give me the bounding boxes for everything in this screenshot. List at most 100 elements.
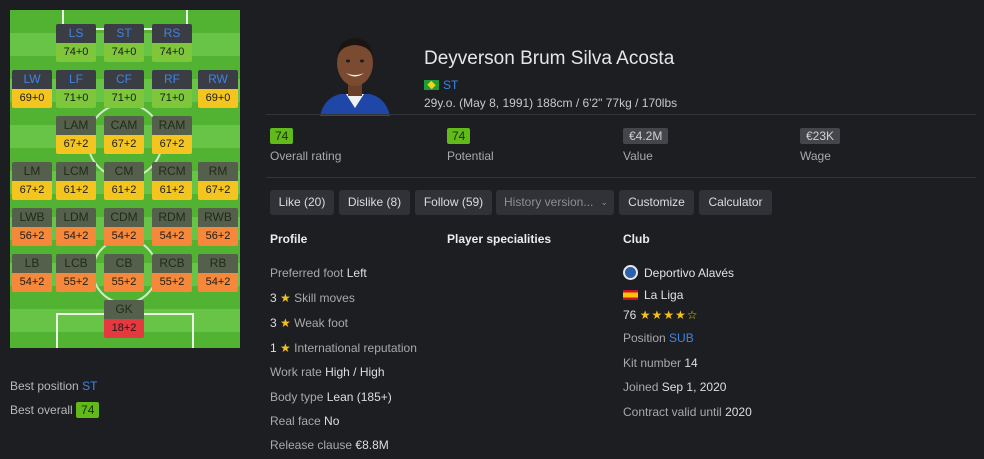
position-tile-lcm[interactable]: LCM 61+2 (56, 162, 96, 200)
position-name: CM (104, 162, 144, 181)
star-icon: ★ (280, 291, 291, 305)
position-tile-rdm[interactable]: RDM 54+2 (152, 208, 192, 246)
position-rating: 69+0 (12, 89, 52, 108)
position-tile-lm[interactable]: LM 67+2 (12, 162, 52, 200)
player-position-link[interactable]: ST (443, 78, 458, 92)
position-tile-lw[interactable]: LW 69+0 (12, 70, 52, 108)
position-name: RAM (152, 116, 192, 135)
position-name: CAM (104, 116, 144, 135)
best-overall: Best overall 74 (10, 402, 100, 418)
position-tile-lcb[interactable]: LCB 55+2 (56, 254, 96, 292)
league-name[interactable]: La Liga (644, 288, 683, 302)
position-tile-cm[interactable]: CM 61+2 (104, 162, 144, 200)
position-name: CB (104, 254, 144, 273)
stats-divider (266, 177, 976, 178)
position-name: LB (12, 254, 52, 273)
position-rating: 69+0 (198, 89, 238, 108)
position-tile-ldm[interactable]: LDM 54+2 (56, 208, 96, 246)
joined-row: Joined Sep 1, 2020 (623, 380, 726, 394)
brazil-flag-icon[interactable] (424, 80, 439, 90)
club-crest-icon (623, 265, 638, 280)
position-tile-rs[interactable]: RS 74+0 (152, 24, 192, 62)
work-rate-label: Work rate (270, 365, 322, 379)
position-tile-rw[interactable]: RW 69+0 (198, 70, 238, 108)
like-button[interactable]: Like (20) (270, 190, 334, 215)
follow-button[interactable]: Follow (59) (415, 190, 492, 215)
position-tile-rcm[interactable]: RCM 61+2 (152, 162, 192, 200)
position-tile-ls[interactable]: LS 74+0 (56, 24, 96, 62)
position-tile-cf[interactable]: CF 71+0 (104, 70, 144, 108)
calculator-button[interactable]: Calculator (699, 190, 772, 215)
position-rating: 61+2 (152, 181, 192, 200)
customize-button[interactable]: Customize (619, 190, 694, 215)
position-rating: 56+2 (12, 227, 52, 246)
club-name[interactable]: Deportivo Alavés (644, 266, 734, 280)
skill-moves-row: 3 ★ Skill moves (270, 291, 355, 305)
header-divider (266, 114, 976, 115)
position-tile-rwb[interactable]: RWB 56+2 (198, 208, 238, 246)
player-name: Deyverson Brum Silva Acosta (424, 48, 675, 69)
position-name: RCM (152, 162, 192, 181)
position-rating: 54+2 (56, 227, 96, 246)
position-tile-gk[interactable]: GK 18+2 (104, 300, 144, 338)
position-name: RWB (198, 208, 238, 227)
best-position: Best position ST (10, 379, 97, 393)
position-tile-rcb[interactable]: RCB 55+2 (152, 254, 192, 292)
position-tile-rf[interactable]: RF 71+0 (152, 70, 192, 108)
position-name: LDM (56, 208, 96, 227)
kit-number-value: 14 (684, 356, 698, 370)
position-tile-lf[interactable]: LF 71+0 (56, 70, 96, 108)
chevron-down-icon: ⌄ (600, 197, 608, 207)
position-tile-lwb[interactable]: LWB 56+2 (12, 208, 52, 246)
wage-badge: €23K (800, 128, 841, 144)
position-rating: 54+2 (104, 227, 144, 246)
weak-foot-value: 3 (270, 316, 277, 330)
position-name: GK (104, 300, 144, 319)
position-tile-rb[interactable]: RB 54+2 (198, 254, 238, 292)
position-rating: 54+2 (198, 273, 238, 292)
club-position-value[interactable]: SUB (669, 331, 694, 345)
position-rating: 55+2 (152, 273, 192, 292)
position-tile-lb[interactable]: LB 54+2 (12, 254, 52, 292)
position-rating: 74+0 (56, 43, 96, 62)
intl-rep-label: International reputation (294, 341, 417, 355)
club-rating-row: 76 ★★★★☆ (623, 308, 699, 322)
position-rating: 55+2 (56, 273, 96, 292)
position-tile-rm[interactable]: RM 67+2 (198, 162, 238, 200)
position-tile-st[interactable]: ST 74+0 (104, 24, 144, 62)
position-name: LWB (12, 208, 52, 227)
dislike-button[interactable]: Dislike (8) (339, 190, 410, 215)
best-position-value[interactable]: ST (82, 379, 97, 393)
position-name: RM (198, 162, 238, 181)
position-name: LAM (56, 116, 96, 135)
position-rating: 54+2 (152, 227, 192, 246)
spain-flag-icon (623, 290, 638, 300)
club-row[interactable]: Deportivo Alavés (623, 265, 734, 280)
position-rating: 54+2 (12, 273, 52, 292)
club-position-row: Position SUB (623, 331, 694, 345)
position-tile-cdm[interactable]: CDM 54+2 (104, 208, 144, 246)
position-rating: 61+2 (56, 181, 96, 200)
position-tile-cam[interactable]: CAM 67+2 (104, 116, 144, 154)
position-tile-lam[interactable]: LAM 67+2 (56, 116, 96, 154)
potential-badge: 74 (447, 128, 471, 144)
intl-rep-value: 1 (270, 341, 277, 355)
position-name: LF (56, 70, 96, 89)
position-rating: 67+2 (12, 181, 52, 200)
history-version-select[interactable]: History version... ⌄ (496, 190, 614, 215)
best-overall-label: Best overall (10, 403, 73, 417)
position-rating: 55+2 (104, 273, 144, 292)
league-row[interactable]: La Liga (623, 288, 683, 302)
weak-foot-row: 3 ★ Weak foot (270, 316, 348, 330)
position-rating: 67+2 (56, 135, 96, 154)
best-position-label: Best position (10, 379, 79, 393)
position-name: RW (198, 70, 238, 89)
kit-number-label: Kit number (623, 356, 682, 370)
position-tile-ram[interactable]: RAM 67+2 (152, 116, 192, 154)
position-name: CDM (104, 208, 144, 227)
preferred-foot-row: Preferred foot Left (270, 266, 367, 280)
history-version-label: History version... (504, 195, 594, 209)
position-name: LCB (56, 254, 96, 273)
value-label: Value (623, 149, 653, 163)
position-tile-cb[interactable]: CB 55+2 (104, 254, 144, 292)
